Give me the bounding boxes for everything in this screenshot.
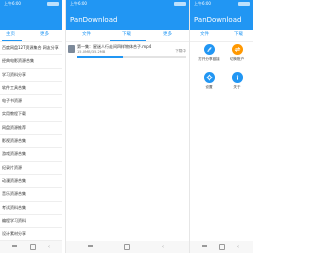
list-item[interactable]: 百度网盘12T资源集合 网友分享 — [0, 42, 62, 56]
list-item[interactable]: 考试资料合集 — [0, 202, 62, 215]
home-icon[interactable] — [30, 244, 36, 250]
status-time: 上午6:00 — [70, 1, 87, 6]
tile-label: 关于 — [233, 85, 241, 89]
list-item[interactable]: 电子书资源 — [0, 95, 62, 109]
tile-label: 打开分享链接 — [198, 57, 220, 61]
tab-indicator — [110, 40, 146, 41]
download-item[interactable]: 第一集：星迷人行走间四样物体合子.mp4 15.0MB/35.2MB 下载中 — [68, 44, 187, 60]
open-share-link-button[interactable]: 打开分享链接 — [198, 44, 220, 66]
status-time: 上午6:00 — [194, 1, 211, 6]
download-progress-bar — [77, 56, 186, 58]
tab-bar: 文件 下载 — [190, 30, 253, 42]
tab-home[interactable]: 主页 — [6, 32, 15, 38]
home-icon[interactable] — [219, 244, 225, 250]
app-bar: 上午6:00 PanDownload — [190, 0, 253, 30]
list-item[interactable]: 纪录片资源 — [0, 162, 62, 175]
info-icon — [232, 72, 243, 83]
status-time: 上午6:00 — [4, 1, 21, 6]
status-bar: 上午6:00 — [0, 0, 62, 8]
switch-account-button[interactable]: 切换账户 — [226, 44, 248, 66]
screen-downloads: 上午6:00 PanDownload 文件 下载 更多 第一集：星迷人行走间四样… — [65, 0, 190, 253]
system-nav-bar: ‹ — [66, 241, 189, 253]
status-icons — [47, 2, 59, 6]
app-title: PanDownload — [70, 16, 118, 24]
system-nav-bar: ‹ — [190, 241, 253, 253]
tab-downloads[interactable]: 下载 — [122, 32, 131, 38]
tile-label: 设置 — [205, 85, 213, 89]
screen-home: 上午6:00 主页 更多 百度网盘12T资源集合 网友分享 经典电影资源合集 学习资… — [0, 0, 62, 253]
tab-downloads[interactable]: 下载 — [234, 32, 243, 38]
settings-button[interactable]: 设置 — [198, 72, 220, 94]
list-item[interactable]: 经典电影资源合集 — [0, 55, 62, 69]
list-item[interactable]: 动漫资源合集 — [0, 175, 62, 189]
status-bar: 上午6:00 — [66, 0, 189, 8]
tab-bar: 文件 下载 更多 — [66, 30, 189, 42]
recent-apps-icon[interactable] — [88, 245, 93, 247]
tab-indicator — [2, 40, 22, 41]
back-icon[interactable]: ‹ — [237, 244, 239, 250]
tab-more[interactable]: 更多 — [40, 32, 49, 38]
link-icon — [204, 44, 215, 55]
app-title: PanDownload — [194, 16, 242, 24]
list-item[interactable]: 学习资料分享 — [0, 69, 62, 82]
recent-apps-icon[interactable] — [12, 245, 17, 247]
app-bar: 上午6:00 — [0, 0, 62, 30]
status-bar: 上午6:00 — [190, 0, 253, 8]
app-bar: 上午6:00 PanDownload — [66, 0, 189, 30]
video-file-icon — [68, 45, 75, 53]
list-item[interactable]: 设计素材分享 — [0, 228, 62, 242]
list-item[interactable]: 软件工具合集 — [0, 82, 62, 96]
tab-more[interactable]: 更多 — [163, 32, 172, 38]
download-progress-fill — [77, 56, 123, 58]
list-item[interactable]: 游戏资源合集 — [0, 148, 62, 162]
recent-apps-icon[interactable] — [202, 245, 207, 247]
status-icons — [238, 2, 250, 6]
screen-more: 上午6:00 PanDownload 文件 下载 打开分享链接 切换账户 设置 — [190, 0, 253, 253]
resource-list: 百度网盘12T资源集合 网友分享 经典电影资源合集 学习资料分享 软件工具合集 电子书资… — [0, 42, 62, 253]
list-item[interactable]: 影视资源合集 — [0, 135, 62, 149]
gear-icon — [204, 72, 215, 83]
back-icon[interactable]: ‹ — [162, 244, 164, 250]
download-size: 15.0MB/35.2MB — [77, 50, 106, 54]
list-item[interactable]: 编程学习资料 — [0, 215, 62, 229]
list-item[interactable]: 网盘资源推荐 — [0, 122, 62, 136]
list-item[interactable]: 音乐资源合集 — [0, 188, 62, 202]
download-title: 第一集：星迷人行走间四样物体合子.mp4 — [77, 44, 152, 49]
list-item[interactable]: 实用教程下载 — [0, 108, 62, 122]
home-icon[interactable] — [124, 244, 130, 250]
system-nav-bar: ‹ — [0, 241, 62, 253]
about-button[interactable]: 关于 — [226, 72, 248, 94]
download-status: 下载中 — [175, 49, 186, 53]
tab-bar: 主页 更多 — [0, 30, 62, 42]
back-icon[interactable]: ‹ — [48, 244, 50, 250]
tile-label: 切换账户 — [229, 57, 245, 61]
tab-files[interactable]: 文件 — [200, 32, 209, 38]
status-icons — [174, 2, 186, 6]
tools-grid: 打开分享链接 切换账户 设置 关于 — [190, 44, 253, 104]
swap-icon — [232, 44, 243, 55]
tab-files[interactable]: 文件 — [82, 32, 91, 38]
